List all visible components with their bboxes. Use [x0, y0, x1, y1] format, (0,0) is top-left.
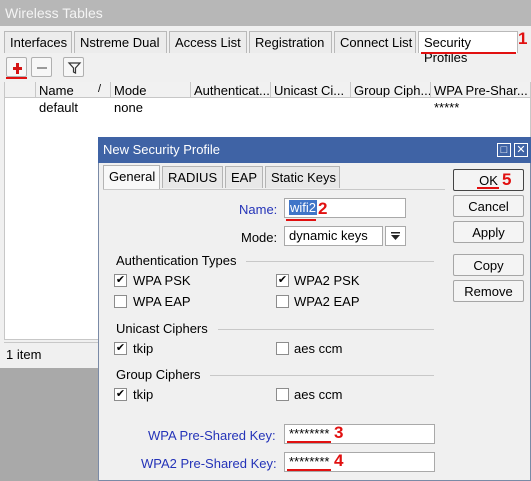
tab-registration[interactable]: Registration — [249, 31, 332, 53]
apply-button[interactable]: Apply — [453, 221, 524, 243]
column-header-unicast[interactable]: Unicast Ci... — [271, 82, 351, 98]
column-header-blank — [5, 82, 36, 98]
wpa-eap-label: WPA EAP — [133, 294, 191, 309]
dialog-tab-static-keys[interactable]: Static Keys — [265, 166, 340, 188]
cancel-button[interactable]: Cancel — [453, 195, 524, 217]
tab-access-list[interactable]: Access List — [169, 31, 247, 53]
table-row-name[interactable]: default — [36, 99, 78, 115]
auth-types-group-label: Authentication Types — [116, 253, 237, 268]
column-header-name[interactable]: Name / — [36, 82, 111, 98]
filter-icon — [67, 62, 82, 74]
dropdown-arrow-icon — [391, 232, 400, 240]
annotation-4: 4 — [334, 451, 344, 470]
group-tkip-checkbox[interactable]: ✔ — [114, 388, 127, 401]
unicast-aes-ccm-checkbox[interactable] — [276, 342, 289, 355]
background-area — [0, 368, 98, 481]
close-icon[interactable]: ✕ — [514, 143, 528, 157]
remove-icon — [37, 67, 47, 69]
mode-label: Mode: — [241, 230, 278, 245]
mode-select[interactable]: dynamic keys — [284, 226, 383, 246]
dialog-title: New Security Profile — [98, 137, 531, 163]
group-tkip-label: tkip — [133, 387, 154, 402]
remove-button[interactable] — [31, 57, 52, 77]
column-header-group[interactable]: Group Ciph... — [351, 82, 431, 98]
wpa-eap-checkbox[interactable] — [114, 295, 127, 308]
auth-types-group-line — [246, 261, 434, 262]
group-aes-ccm-label: aes ccm — [294, 387, 343, 402]
column-header-authentication[interactable]: Authenticat... — [191, 82, 271, 98]
sort-icon: / — [98, 83, 102, 95]
dialog-tab-radius[interactable]: RADIUS — [162, 166, 223, 188]
annotation-underline-4 — [287, 469, 331, 471]
annotation-1: 1 — [518, 29, 528, 48]
tab-interfaces[interactable]: Interfaces — [4, 31, 72, 53]
annotation-2: 2 — [318, 199, 328, 218]
tab-connect-list[interactable]: Connect List — [334, 31, 416, 53]
name-field[interactable]: wifi2 — [284, 198, 406, 218]
restore-icon[interactable]: □ — [497, 143, 511, 157]
column-header-wpa-key[interactable]: WPA Pre-Shar... — [431, 82, 531, 98]
column-header-name-label: Name — [39, 83, 74, 98]
wpa-key-label: WPA Pre-Shared Key: — [148, 428, 276, 443]
mode-dropdown-button[interactable] — [385, 226, 406, 246]
tab-nstreme-dual[interactable]: Nstreme Dual — [74, 31, 167, 53]
wpa2-key-label: WPA2 Pre-Shared Key: — [141, 456, 277, 471]
group-ciphers-group-label: Group Ciphers — [116, 367, 201, 382]
wpa2-eap-label: WPA2 EAP — [294, 294, 360, 309]
group-aes-ccm-checkbox[interactable] — [276, 388, 289, 401]
table-row-wpa-key[interactable]: ***** — [431, 99, 459, 115]
dialog-tab-general[interactable]: General — [103, 165, 160, 189]
unicast-ciphers-group-line — [218, 329, 434, 330]
tab-strip-divider — [103, 189, 445, 190]
wpa-psk-label: WPA PSK — [133, 273, 191, 288]
wpa2-psk-label: WPA2 PSK — [294, 273, 360, 288]
wpa2-eap-checkbox[interactable] — [276, 295, 289, 308]
group-ciphers-group-line — [210, 375, 434, 376]
dialog-tab-eap[interactable]: EAP — [225, 166, 263, 188]
column-header-mode[interactable]: Mode — [111, 82, 191, 98]
remove-profile-button[interactable]: Remove — [453, 280, 524, 302]
add-icon — [13, 63, 22, 74]
annotation-3: 3 — [334, 423, 344, 442]
unicast-tkip-label: tkip — [133, 341, 154, 356]
annotation-underline-3 — [287, 441, 331, 443]
copy-button[interactable]: Copy — [453, 254, 524, 276]
filter-button[interactable] — [63, 57, 84, 77]
name-label: Name: — [239, 202, 278, 217]
annotation-5: 5 — [502, 170, 512, 189]
wpa2-psk-checkbox[interactable]: ✔ — [276, 274, 289, 287]
add-button-underline — [6, 77, 27, 79]
unicast-aes-ccm-label: aes ccm — [294, 341, 343, 356]
table-row-mode[interactable]: none — [111, 99, 143, 115]
wpa-psk-checkbox[interactable]: ✔ — [114, 274, 127, 287]
unicast-tkip-checkbox[interactable]: ✔ — [114, 342, 127, 355]
unicast-ciphers-group-label: Unicast Ciphers — [116, 321, 208, 336]
annotation-underline-2 — [286, 219, 316, 221]
annotation-underline-1 — [421, 52, 516, 54]
annotation-underline-5 — [477, 187, 499, 189]
ok-label: OK — [479, 173, 498, 188]
name-value: wifi2 — [289, 200, 318, 215]
window-title: Wireless Tables — [0, 0, 531, 26]
add-button[interactable] — [6, 57, 27, 77]
tab-security-profiles[interactable]: Security Profiles — [418, 31, 518, 65]
